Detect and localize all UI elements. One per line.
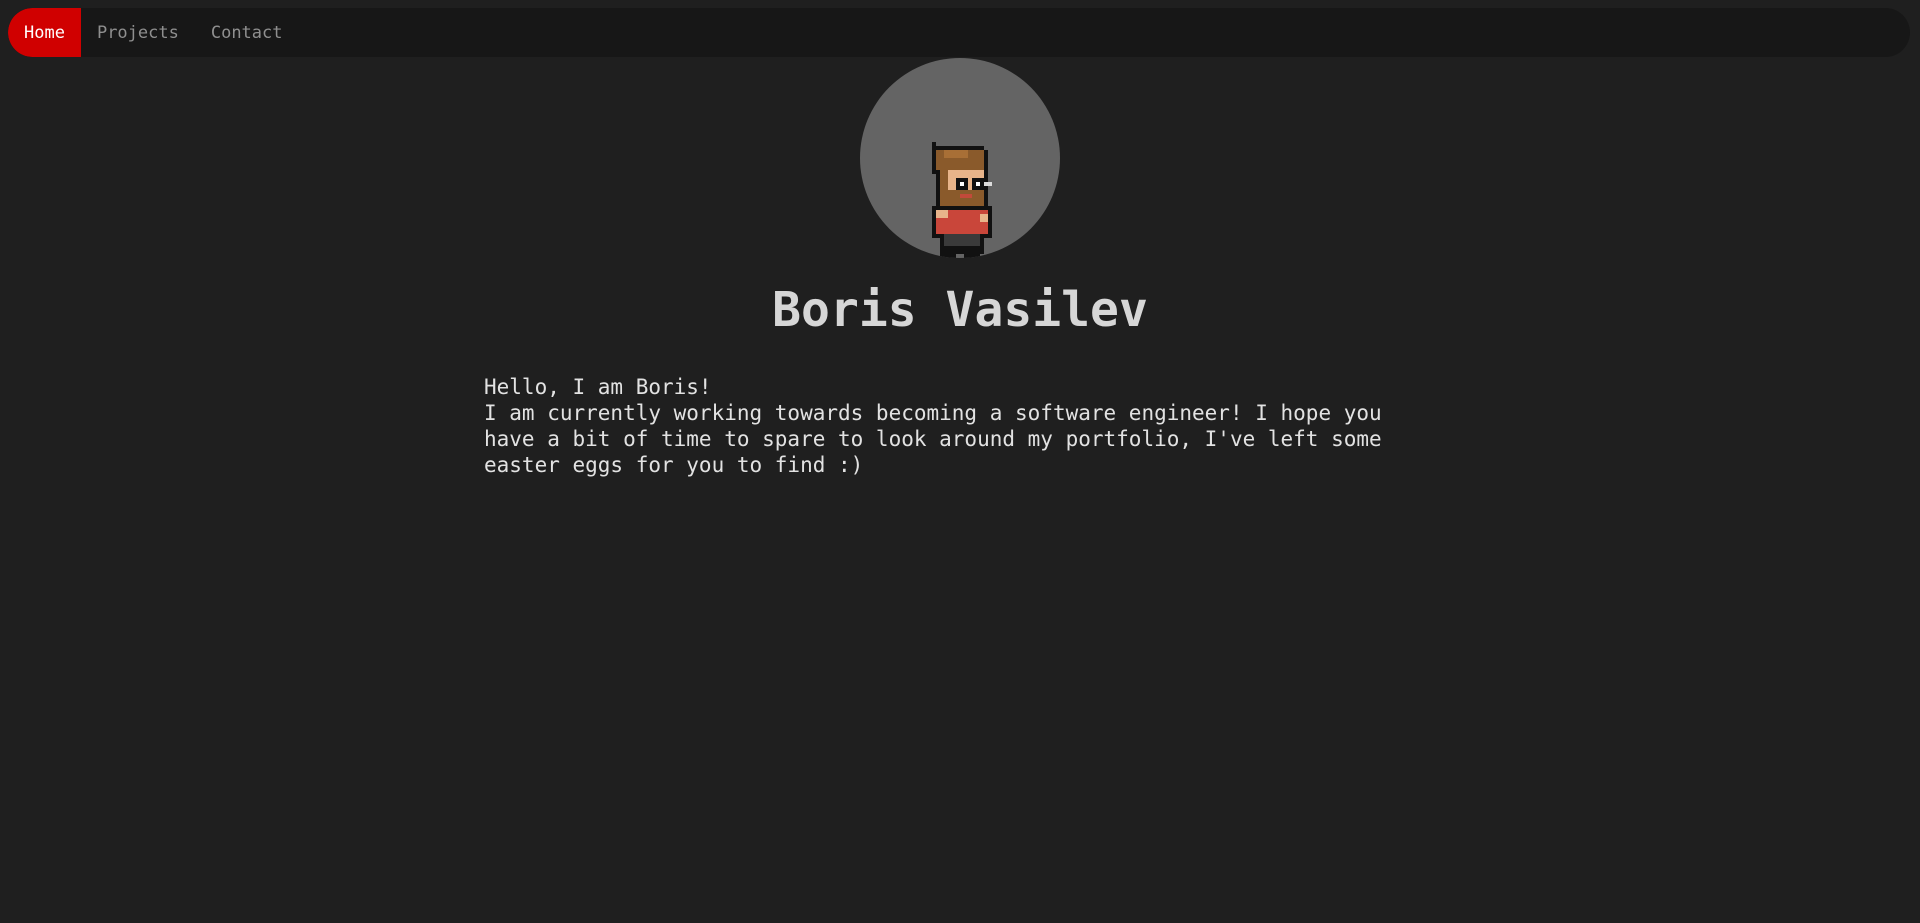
avatar [860,58,1060,258]
pixel-art-character-icon [932,142,992,258]
page-title: Boris Vasilev [772,282,1148,338]
nav-projects-link[interactable]: Projects [81,8,195,57]
bio-text: I am currently working towards becoming … [484,401,1382,477]
top-navbar: Home Projects Contact [8,8,1910,57]
intro-text: Hello, I am Boris! I am currently workin… [484,374,1444,478]
nav-contact-link[interactable]: Contact [195,8,299,57]
nav-home-link[interactable]: Home [8,8,81,57]
greeting-text: Hello, I am Boris! [484,375,712,399]
